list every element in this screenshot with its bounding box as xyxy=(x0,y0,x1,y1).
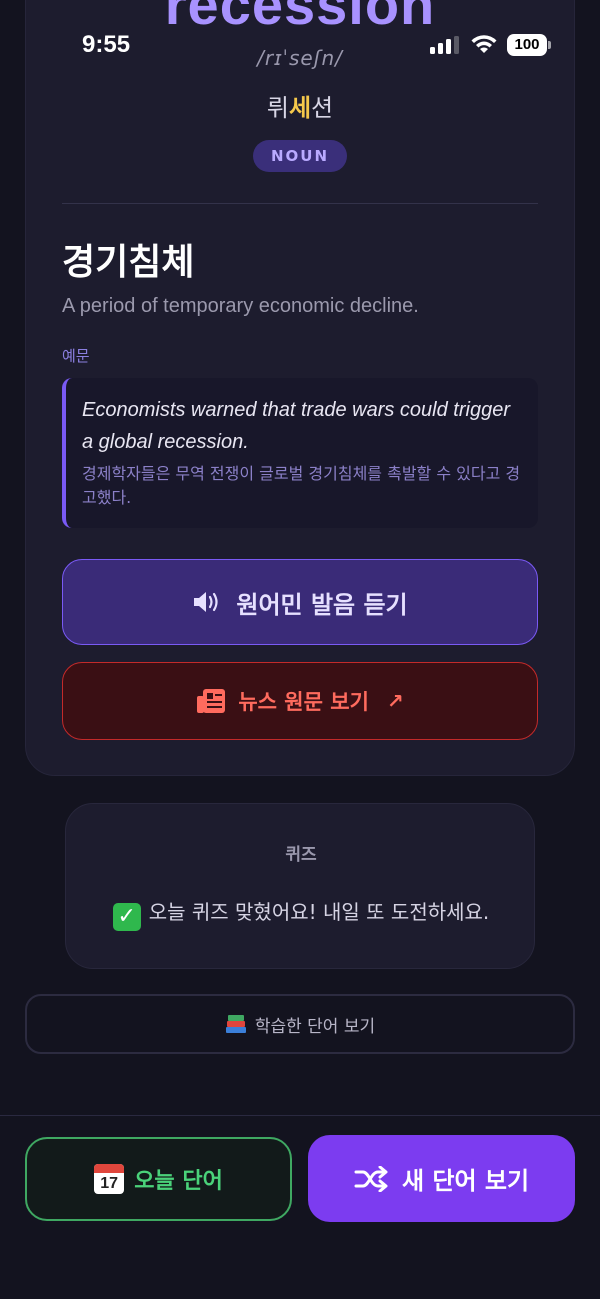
quiz-card: 퀴즈 ✓ 오늘 퀴즈 맞혔어요! 내일 또 도전하세요. xyxy=(65,803,535,969)
korean-pronunciation: 뤼세션 xyxy=(0,88,600,123)
divider xyxy=(62,203,538,204)
wifi-icon xyxy=(471,35,497,53)
view-news-source-label: 뉴스 원문 보기 xyxy=(238,690,369,714)
status-bar: 9:55 100 xyxy=(0,0,600,90)
example-sentence-en: Economists warned that trade wars could … xyxy=(82,399,510,453)
today-word-button[interactable]: 17 오늘 단어 xyxy=(25,1137,292,1221)
external-link-icon: ↗ xyxy=(386,689,404,713)
view-learned-words-label: 학습한 단어 보기 xyxy=(254,1016,376,1037)
battery-icon: 100 xyxy=(507,34,551,56)
status-time: 9:55 xyxy=(82,31,131,58)
quiz-result-message: ✓ 오늘 퀴즈 맞혔어요! 내일 또 도전하세요. xyxy=(66,896,536,931)
new-word-label: 새 단어 보기 xyxy=(401,1167,530,1195)
calendar-day: 17 xyxy=(100,1175,119,1192)
calendar-icon: 17 xyxy=(94,1164,125,1194)
speaker-icon xyxy=(194,592,218,612)
pronunciation-stress: 세 xyxy=(288,94,312,122)
battery-level: 100 xyxy=(507,34,547,56)
example-label: 예문 xyxy=(62,347,90,365)
newspaper-icon xyxy=(197,689,226,713)
view-news-source-button[interactable]: 뉴스 원문 보기 ↗ xyxy=(62,662,538,740)
bottom-bar-divider xyxy=(0,1115,600,1116)
example-box: Economists warned that trade wars could … xyxy=(62,378,538,528)
pronunciation-after: 션 xyxy=(311,94,334,122)
view-learned-words-button[interactable]: 학습한 단어 보기 xyxy=(25,994,575,1054)
part-of-speech-badge: NOUN xyxy=(253,140,347,172)
pronunciation-before: 뤼 xyxy=(266,94,289,122)
check-mark-icon: ✓ xyxy=(112,903,141,931)
books-icon xyxy=(225,1015,246,1033)
today-word-label: 오늘 단어 xyxy=(134,1169,223,1194)
quiz-result-text: 오늘 퀴즈 맞혔어요! 내일 또 도전하세요. xyxy=(148,900,490,924)
shuffle-icon xyxy=(354,1165,388,1192)
english-definition: A period of temporary economic decline. xyxy=(62,295,419,317)
listen-pronunciation-button[interactable]: 원어민 발음 듣기 xyxy=(62,559,538,645)
cellular-signal-icon xyxy=(430,36,459,54)
korean-meaning: 경기침체 xyxy=(62,242,195,283)
listen-pronunciation-label: 원어민 발음 듣기 xyxy=(236,590,408,619)
quiz-title: 퀴즈 xyxy=(285,845,317,865)
example-sentence-ko: 경제학자들은 무역 전쟁이 글로벌 경기침체를 촉발할 수 있다고 경고했다. xyxy=(82,464,521,507)
new-word-button[interactable]: 새 단어 보기 xyxy=(308,1135,575,1222)
